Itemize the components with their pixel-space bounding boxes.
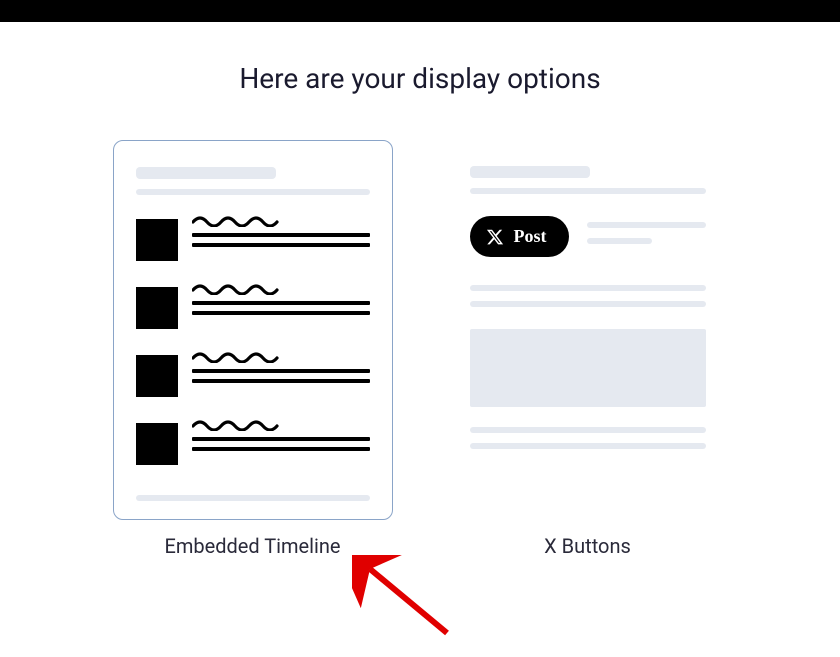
option-label-timeline: Embedded Timeline	[164, 534, 340, 558]
skeleton-bar	[470, 443, 706, 449]
skeleton-bar	[470, 188, 706, 194]
avatar-placeholder	[136, 219, 178, 261]
skeleton-line	[192, 379, 370, 383]
avatar-placeholder	[136, 355, 178, 397]
timeline-item	[136, 417, 370, 465]
x-logo-icon	[486, 228, 504, 246]
skeleton-line	[192, 233, 370, 237]
timeline-item-lines	[192, 213, 370, 247]
foot-lines	[470, 427, 706, 449]
timeline-item	[136, 281, 370, 329]
buttons-preview: Post	[448, 140, 728, 520]
page-heading: Here are your display options	[0, 62, 840, 95]
skeleton-bar	[470, 427, 706, 433]
option-x-buttons[interactable]: Post X Buttons	[448, 140, 728, 558]
post-button: Post	[470, 216, 569, 257]
squiggle-icon	[192, 281, 282, 295]
skeleton-bar	[136, 167, 276, 179]
skeleton-line	[192, 301, 370, 305]
image-placeholder	[470, 329, 706, 407]
option-embedded-timeline[interactable]: Embedded Timeline	[113, 140, 393, 558]
timeline-item-lines	[192, 417, 370, 451]
display-options-content: Here are your display options	[0, 22, 840, 558]
squiggle-icon	[192, 349, 282, 363]
skeleton-bar	[470, 301, 706, 307]
post-button-label: Post	[514, 226, 547, 247]
timeline-preview	[113, 140, 393, 520]
skeleton-line	[192, 447, 370, 451]
timeline-item	[136, 349, 370, 397]
top-bar	[0, 0, 840, 22]
option-label-buttons: X Buttons	[544, 534, 631, 558]
skeleton-bar	[470, 166, 590, 178]
timeline-item-lines	[192, 281, 370, 315]
annotation-arrow-icon	[352, 555, 462, 645]
skeleton-line	[192, 437, 370, 441]
timeline-item-lines	[192, 349, 370, 383]
skeleton-line	[192, 243, 370, 247]
buttons-row: Post	[470, 216, 706, 257]
skeleton-bar	[136, 189, 370, 195]
mid-lines	[470, 285, 706, 307]
skeleton-bar	[136, 495, 370, 501]
timeline-item	[136, 213, 370, 261]
options-row: Embedded Timeline Post	[0, 140, 840, 558]
skeleton-bar	[587, 222, 706, 228]
timeline-footer	[136, 495, 370, 501]
squiggle-icon	[192, 417, 282, 431]
skeleton-line	[192, 369, 370, 373]
side-lines	[587, 216, 706, 244]
avatar-placeholder	[136, 287, 178, 329]
skeleton-line	[192, 311, 370, 315]
skeleton-bar	[470, 285, 706, 291]
squiggle-icon	[192, 213, 282, 227]
skeleton-bar	[587, 238, 652, 244]
timeline-items	[136, 213, 370, 465]
avatar-placeholder	[136, 423, 178, 465]
